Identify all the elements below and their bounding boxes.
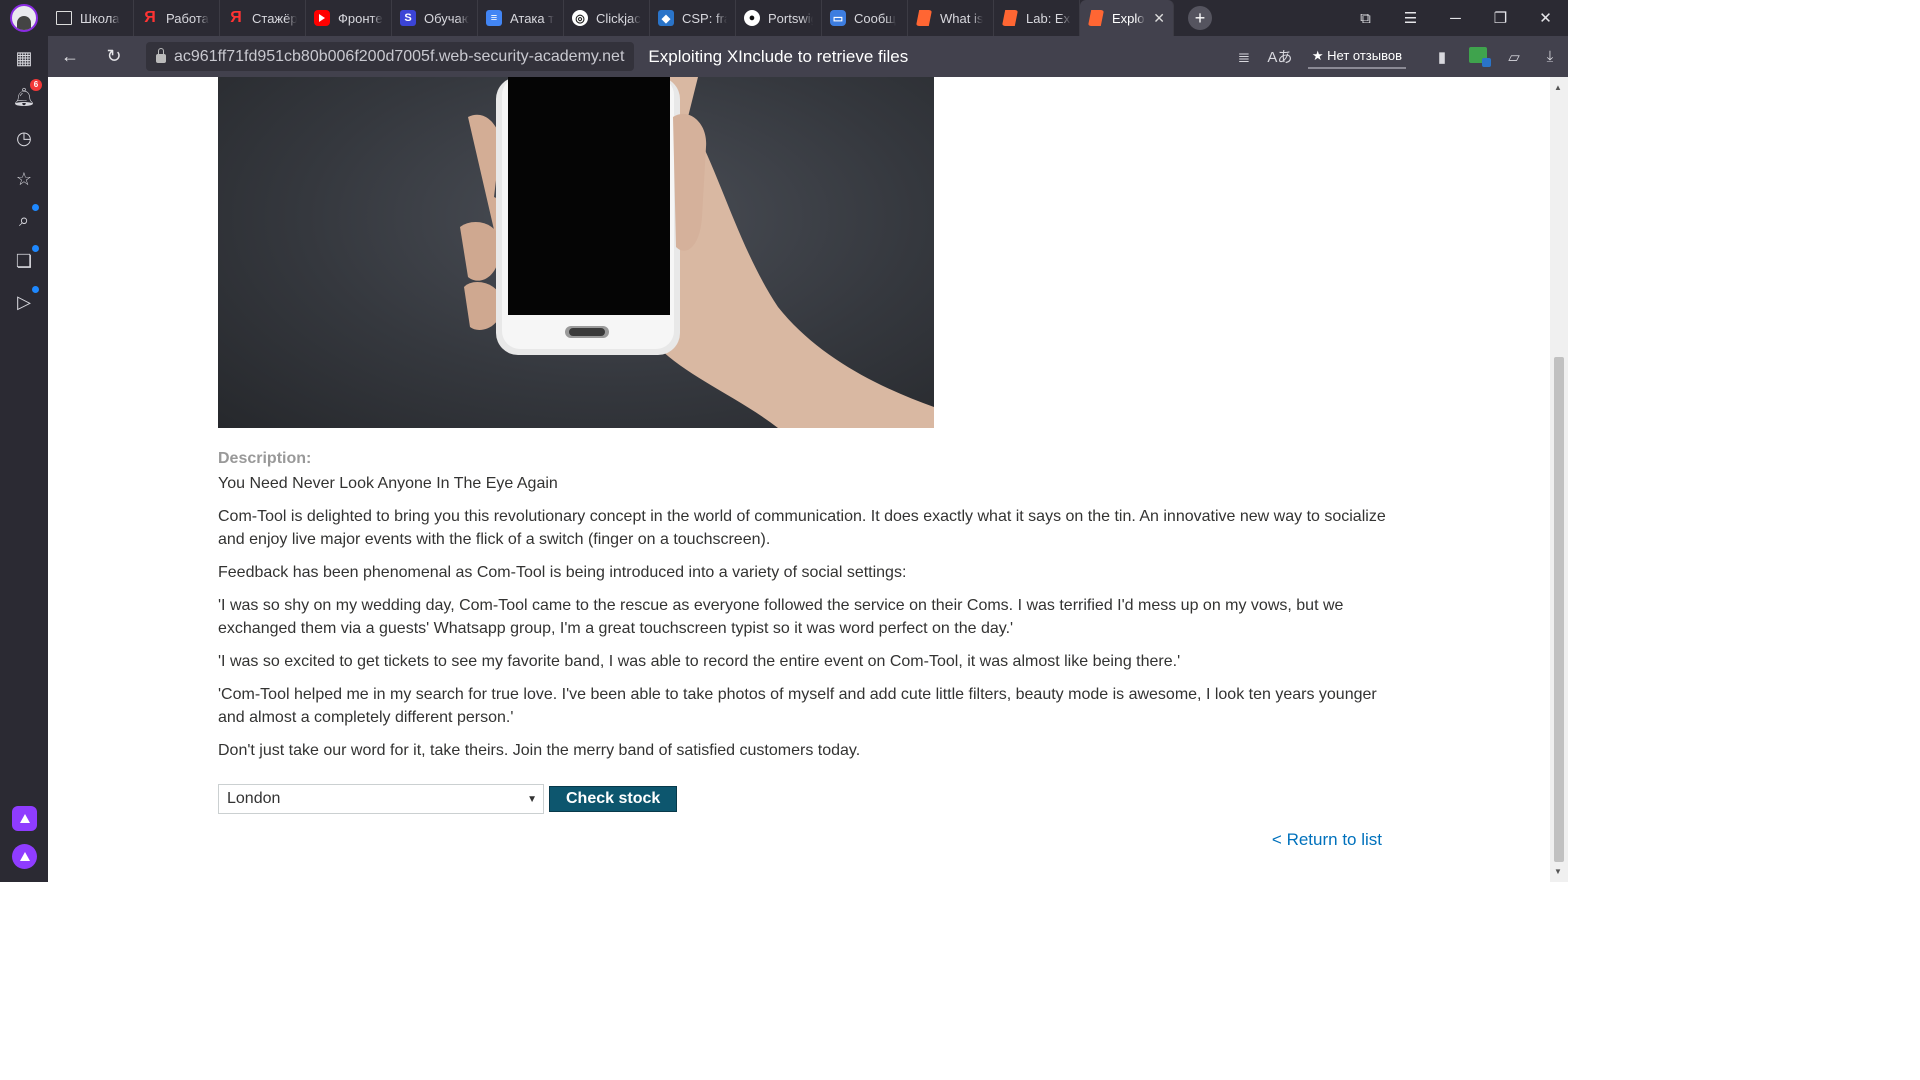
description-paragraph: Com-Tool is delighted to bring you this … <box>218 508 1386 548</box>
product-tagline: You Need Never Look Anyone In The Eye Ag… <box>218 475 558 492</box>
tab-csp[interactable]: ◆ CSP: fra <box>650 0 736 36</box>
tab-label: Lab: Exp <box>1026 10 1071 26</box>
page-title: Exploiting XInclude to retrieve files <box>648 46 909 66</box>
portswigger-icon <box>1002 10 1018 26</box>
description-paragraph: Don't just take our word for it, take th… <box>218 742 861 759</box>
lock-icon <box>156 48 166 63</box>
tab-shkola[interactable]: Школа <box>48 0 134 36</box>
s-app-icon: S <box>400 10 416 26</box>
messenger-app-icon[interactable] <box>12 806 37 831</box>
scroll-down-icon[interactable]: ▼ <box>1554 867 1562 876</box>
tab-bar: Школа Я Работа Я Стажёр Фронте S Обучаю … <box>0 0 1568 36</box>
description-paragraph: Feedback has been phenomenal as Com-Tool… <box>218 564 907 581</box>
alice-assistant-icon[interactable] <box>12 844 37 869</box>
reviews-button[interactable]: ★ Нет отзывов <box>1307 45 1406 69</box>
tab-ataka[interactable]: ≡ Атака т <box>478 0 564 36</box>
tab-stazher[interactable]: Я Стажёр <box>220 0 306 36</box>
tab-label: Фронте <box>338 10 383 26</box>
url-text: ac961ff71fd951cb80b006f200d7005f.web-sec… <box>174 47 625 65</box>
product-image <box>218 77 934 428</box>
tab-label: Работа <box>166 10 209 26</box>
collections-icon[interactable]: ▱ <box>1496 48 1532 66</box>
testimonial-paragraph: 'Com-Tool helped me in my search for tru… <box>218 686 1377 726</box>
browser-sidebar: ▦ 🔔︎ 6 ◷ ☆ ⌕ ❏ ▷ <box>0 36 48 882</box>
tab-soobsh[interactable]: ▭ Сообщ <box>822 0 908 36</box>
scrollbar-thumb[interactable] <box>1554 357 1564 862</box>
store-select[interactable]: London ▼ <box>218 784 544 814</box>
tab-label: CSP: fra <box>682 10 727 26</box>
tab-label: Школа <box>80 10 120 26</box>
tab-obuchau[interactable]: S Обучаю <box>392 0 478 36</box>
minimize-icon[interactable]: ─ <box>1433 10 1478 27</box>
apps-grid-icon[interactable]: ▦ <box>12 46 36 70</box>
close-tab-icon[interactable]: ✕ <box>1153 10 1165 27</box>
message-icon: ▭ <box>830 10 846 26</box>
video-play-icon[interactable]: ▷ <box>12 286 39 314</box>
tab-label: Clickjack <box>596 10 641 26</box>
tab-label: Атака т <box>510 10 555 26</box>
profile-button[interactable] <box>0 0 48 36</box>
search-doc-icon[interactable]: ⌕ <box>12 204 39 232</box>
history-icon[interactable]: ◷ <box>12 126 36 150</box>
portswigger-icon <box>1088 10 1104 26</box>
notifications-icon[interactable]: 🔔︎ 6 <box>12 79 42 109</box>
back-arrow-icon[interactable]: ← <box>48 46 92 67</box>
round-icon: ◎ <box>572 10 588 26</box>
yandex-icon: Я <box>144 9 156 26</box>
window-controls: ⧉ ☰ ─ ❐ ✕ <box>1343 0 1568 36</box>
return-to-list-link[interactable]: < Return to list <box>1272 830 1382 850</box>
docs-icon: ≡ <box>486 10 502 26</box>
check-stock-button[interactable]: Check stock <box>549 786 678 812</box>
stock-check-form: London ▼ Check stock <box>218 784 678 814</box>
tab-lab-exp[interactable]: Lab: Exp <box>994 0 1080 36</box>
portswigger-icon <box>916 10 932 26</box>
tab-label: Portswig <box>768 10 813 26</box>
tab-label: Стажёр <box>252 10 297 26</box>
tab-label: Explo <box>1112 10 1145 26</box>
translate-icon[interactable]: Aあ <box>1262 46 1298 67</box>
yandex-icon: Я <box>230 9 242 26</box>
close-window-icon[interactable]: ✕ <box>1523 9 1568 27</box>
new-tab-button[interactable]: + <box>1188 6 1212 30</box>
product-description: Description: You Need Never Look Anyone … <box>218 445 1388 772</box>
page-content: Description: You Need Never Look Anyone … <box>48 77 1550 882</box>
tab-label: Обучаю <box>424 10 469 26</box>
address-bar-actions: ≣ Aあ ★ Нет отзывов ▮ ▱ ⤓ <box>1226 36 1568 77</box>
github-icon: ● <box>744 10 760 26</box>
youtube-icon <box>314 10 330 26</box>
page-scrollbar[interactable]: ▲ ▼ <box>1550 77 1568 882</box>
favorites-star-icon[interactable]: ☆ <box>12 167 36 191</box>
store-select-value: London <box>227 790 281 807</box>
tab-fronte[interactable]: Фронте <box>306 0 392 36</box>
reviews-label: Нет отзывов <box>1327 47 1402 63</box>
tab-rabota[interactable]: Я Работа <box>134 0 220 36</box>
description-label: Description: <box>218 450 312 467</box>
dropdown-arrow-icon: ▼ <box>527 793 537 805</box>
restore-icon[interactable]: ❐ <box>1478 9 1523 27</box>
collections-icon[interactable]: ❏ <box>12 245 39 273</box>
notification-badge: 6 <box>30 79 42 91</box>
testimonial-paragraph: 'I was so excited to get tickets to see … <box>218 653 1181 670</box>
bookmark-icon[interactable]: ▮ <box>1424 48 1460 66</box>
testimonial-paragraph: 'I was so shy on my wedding day, Com-Too… <box>218 597 1344 637</box>
reload-icon[interactable]: ↻ <box>92 46 136 67</box>
avatar <box>10 4 38 32</box>
tab-active[interactable]: Explo ✕ <box>1080 0 1174 36</box>
address-bar: ← ↻ ac961ff71fd951cb80b006f200d7005f.web… <box>48 36 1568 77</box>
downloads-icon[interactable]: ⤓ <box>1532 48 1568 65</box>
tab-what-is[interactable]: What is <box>908 0 994 36</box>
url-field[interactable]: ac961ff71fd951cb80b006f200d7005f.web-sec… <box>146 42 635 71</box>
tab-strip: Школа Я Работа Я Стажёр Фронте S Обучаю … <box>48 0 1174 36</box>
page-icon <box>56 11 72 25</box>
tab-label: What is <box>940 10 984 26</box>
menu-icon[interactable]: ☰ <box>1388 9 1433 27</box>
tab-portswig[interactable]: ● Portswig <box>736 0 822 36</box>
reader-mode-icon[interactable]: ≣ <box>1226 48 1262 66</box>
tab-clickjack[interactable]: ◎ Clickjack <box>564 0 650 36</box>
scroll-up-icon[interactable]: ▲ <box>1554 83 1562 92</box>
extension-icon[interactable] <box>1460 46 1496 67</box>
csp-icon: ◆ <box>658 10 674 26</box>
tab-label: Сообщ <box>854 10 896 26</box>
tabs-overview-icon[interactable]: ⧉ <box>1343 10 1388 27</box>
